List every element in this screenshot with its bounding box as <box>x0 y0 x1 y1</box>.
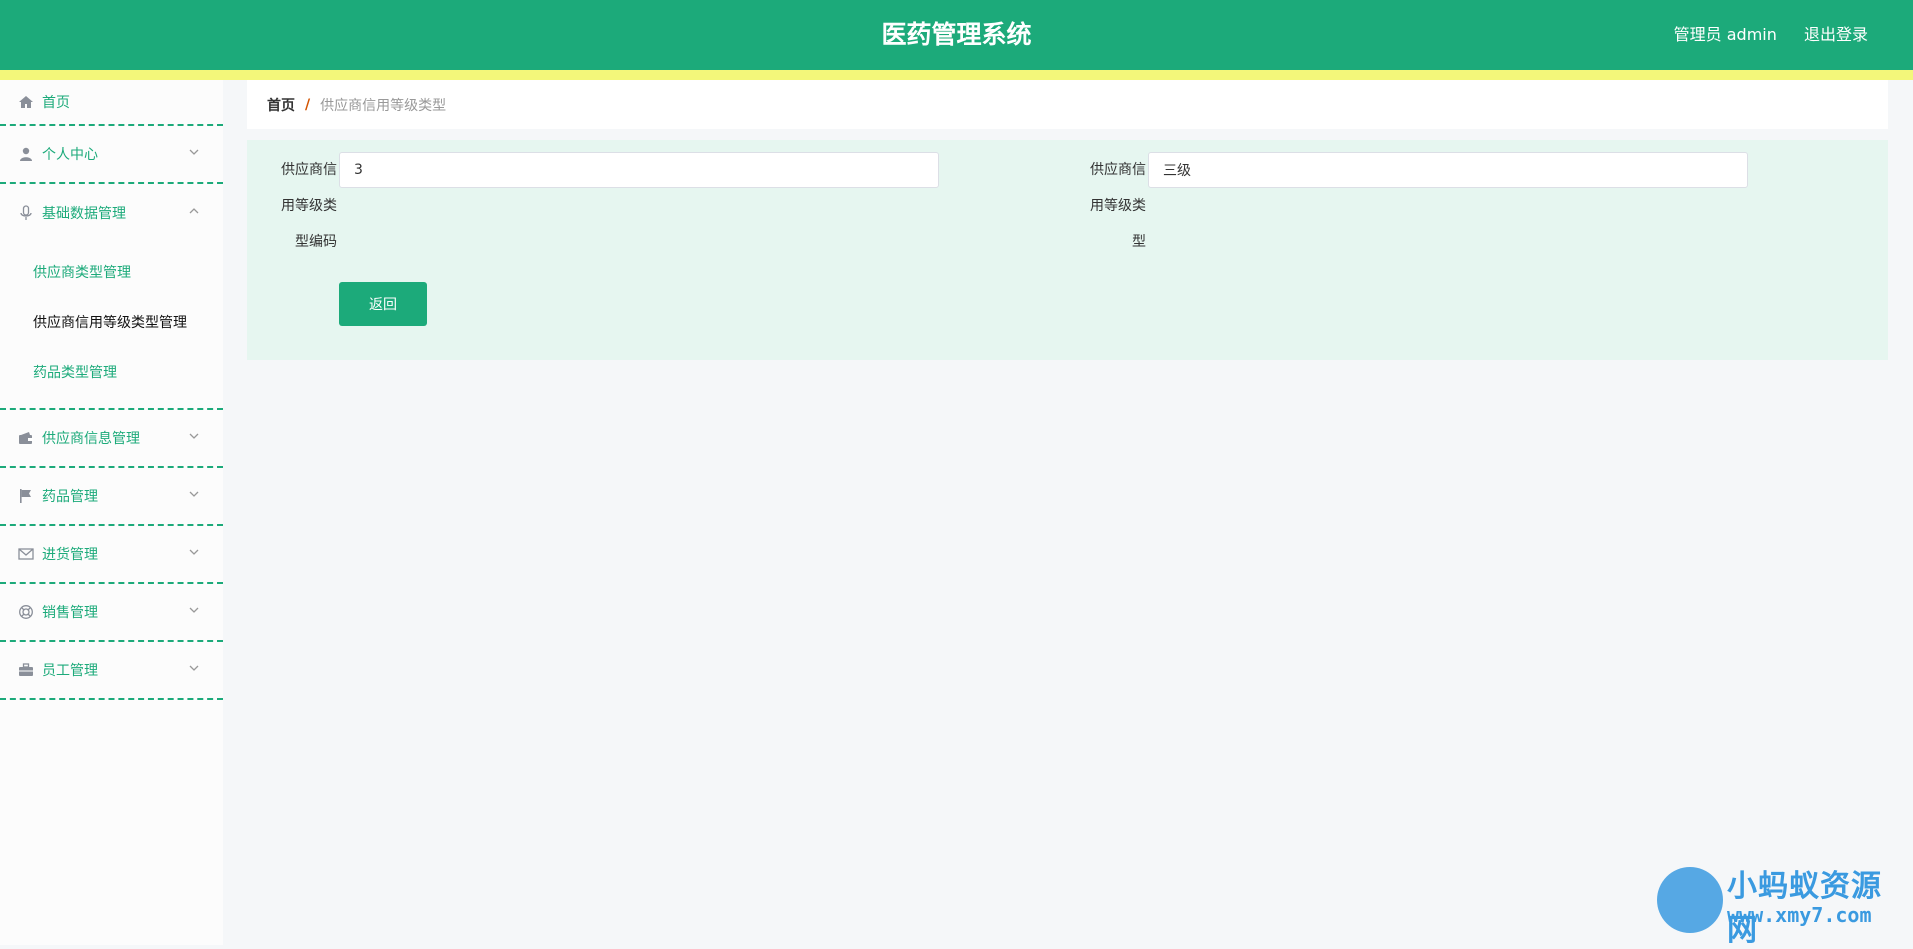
chevron-down-icon <box>189 665 199 671</box>
label-line: 型 <box>1132 234 1146 250</box>
sidebar-item-label: 药品管理 <box>42 489 98 505</box>
sidebar-item-label: 员工管理 <box>42 663 98 679</box>
ant-logo-icon <box>1657 867 1723 933</box>
sidebar-item-basic-data[interactable]: 基础数据管理 <box>0 184 223 242</box>
chevron-down-icon <box>189 149 199 155</box>
submenu-item-supplier-type[interactable]: 供应商类型管理 <box>0 248 223 298</box>
breadcrumb-separator: / <box>305 96 311 113</box>
sidebar-item-label: 个人中心 <box>42 147 98 163</box>
flag-icon <box>18 488 34 504</box>
sidebar: 首页 个人中心 基础数据管理 供应商类型管理 供应商信用等级类型管理 药品类型管… <box>0 80 223 945</box>
lifebuoy-icon <box>18 604 34 620</box>
chevron-up-icon <box>189 208 199 214</box>
site-watermark: 小蚂蚁资源网 www.xmy7.com <box>1657 857 1907 948</box>
app-title: 医药管理系统 <box>881 20 1032 49</box>
submenu-basic-data: 供应商类型管理 供应商信用等级类型管理 药品类型管理 <box>0 242 223 410</box>
sidebar-item-personal-center[interactable]: 个人中心 <box>0 126 223 184</box>
sidebar-item-drug-management[interactable]: 药品管理 <box>0 468 223 526</box>
sidebar-item-sales-management[interactable]: 销售管理 <box>0 584 223 642</box>
label-line: 用等级类 <box>281 198 337 214</box>
sidebar-item-home[interactable]: 首页 <box>0 80 223 126</box>
user-icon <box>18 146 34 162</box>
submenu-item-credit-level-type[interactable]: 供应商信用等级类型管理 <box>0 298 223 348</box>
sidebar-item-label: 基础数据管理 <box>42 206 126 222</box>
submenu-item-drug-type[interactable]: 药品类型管理 <box>0 348 223 398</box>
credit-level-code-label: 供应商信 用等级类 型编码 <box>247 152 337 260</box>
label-line: 用等级类 <box>1090 198 1146 214</box>
user-area: 管理员 admin 退出登录 <box>1652 0 1868 70</box>
label-line: 供应商信 <box>1090 162 1146 178</box>
top-header: 医药管理系统 管理员 admin 退出登录 <box>0 0 1913 70</box>
sidebar-item-purchase-management[interactable]: 进货管理 <box>0 526 223 584</box>
header-accent-stripe <box>0 70 1913 80</box>
sidebar-item-staff-management[interactable]: 员工管理 <box>0 642 223 700</box>
detail-form: 供应商信 用等级类 型编码 供应商信 用等级类 型 返回 <box>247 140 1888 360</box>
credit-level-type-input[interactable] <box>1148 152 1748 188</box>
credit-level-code-input[interactable] <box>339 152 939 188</box>
credit-level-type-label: 供应商信 用等级类 型 <box>1056 152 1146 260</box>
sidebar-item-supplier-info[interactable]: 供应商信息管理 <box>0 410 223 468</box>
mail-icon <box>18 546 34 562</box>
back-button[interactable]: 返回 <box>339 282 427 326</box>
label-line: 型编码 <box>295 234 337 250</box>
breadcrumb-current: 供应商信用等级类型 <box>320 97 447 114</box>
watermark-url: www.xmy7.com <box>1727 903 1872 927</box>
microphone-icon <box>18 205 34 221</box>
label-line: 供应商信 <box>281 162 337 178</box>
home-icon <box>18 94 34 110</box>
sidebar-group-basic-data: 基础数据管理 供应商类型管理 供应商信用等级类型管理 药品类型管理 <box>0 184 223 410</box>
sidebar-item-label: 首页 <box>42 95 70 111</box>
breadcrumb: 首页 / 供应商信用等级类型 <box>247 80 1888 129</box>
sidebar-item-label: 进货管理 <box>42 547 98 563</box>
chevron-down-icon <box>189 491 199 497</box>
wallet-icon <box>18 430 34 446</box>
breadcrumb-home-link[interactable]: 首页 <box>267 95 295 115</box>
current-user-label: 管理员 admin <box>1673 25 1777 44</box>
sidebar-item-label: 销售管理 <box>42 605 98 621</box>
chevron-down-icon <box>189 607 199 613</box>
logout-button[interactable]: 退出登录 <box>1804 25 1868 44</box>
chevron-down-icon <box>189 549 199 555</box>
briefcase-icon <box>18 662 34 678</box>
chevron-down-icon <box>189 433 199 439</box>
sidebar-item-label: 供应商信息管理 <box>42 431 140 447</box>
